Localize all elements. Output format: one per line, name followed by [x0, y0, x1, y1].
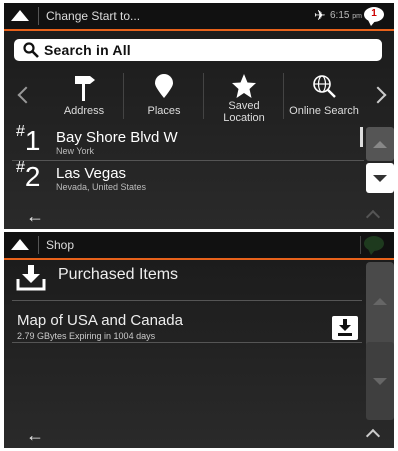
screen-title: Shop: [46, 238, 75, 252]
map-item-row[interactable]: Map of USA and Canada 2.79 GBytes Expiri…: [4, 300, 366, 350]
change-start-screen: Change Start to... ✈ 6:15 pm 1 Search in…: [4, 3, 394, 229]
category-address[interactable]: Address: [44, 69, 124, 123]
divider: [38, 7, 39, 25]
result-row[interactable]: #2 Las Vegas Nevada, United States: [4, 158, 364, 197]
category-label: Address: [63, 105, 105, 117]
category-label: Online Search: [289, 105, 359, 117]
divider: [38, 236, 39, 254]
search-icon: [23, 42, 39, 58]
result-rank: #1: [16, 122, 41, 156]
purchased-items-row[interactable]: Purchased Items: [4, 260, 366, 301]
category-row: Address Places Saved Location Online Sea…: [4, 69, 394, 124]
top-bar: Shop: [4, 232, 394, 260]
search-label: Search in All: [44, 42, 131, 58]
map-item-details: 2.79 GBytes Expiring in 1004 days: [17, 331, 156, 341]
download-tray-icon: [16, 265, 46, 291]
scroll-left-icon[interactable]: [17, 86, 35, 104]
result-name: Bay Shore Blvd W: [56, 129, 178, 146]
clock: 6:15 pm: [330, 10, 362, 21]
collapse-up-icon[interactable]: [11, 10, 29, 21]
scroll-down-button[interactable]: [366, 163, 394, 193]
signpost-icon: [75, 76, 95, 101]
collapse-up-icon[interactable]: [11, 239, 29, 250]
category-label: Saved Location: [223, 100, 265, 124]
back-arrow-icon[interactable]: ←: [26, 206, 44, 227]
back-arrow-icon[interactable]: ←: [26, 425, 44, 446]
download-icon: [338, 319, 352, 336]
divider: [360, 236, 361, 254]
star-icon: [232, 74, 256, 98]
category-saved-location[interactable]: Saved Location: [204, 69, 284, 124]
category-label: Places: [147, 105, 181, 117]
satellite-icon: ✈: [314, 7, 326, 23]
result-subtitle: Nevada, United States: [56, 182, 147, 192]
search-button[interactable]: Search in All: [14, 39, 382, 61]
result-subtitle: New York: [56, 146, 95, 156]
category-places[interactable]: Places: [124, 69, 204, 123]
scroll-indicator: [360, 127, 363, 147]
top-bar: Change Start to... ✈ 6:15 pm 1: [4, 3, 394, 31]
triangle-up-icon: [373, 298, 387, 305]
clock-time: 6:15: [330, 10, 350, 21]
result-rank: #2: [16, 158, 41, 192]
notification-count: 1: [371, 8, 377, 19]
place-pin-icon: [155, 74, 173, 98]
category-online-search[interactable]: Online Search: [284, 69, 364, 123]
bottom-bar: ←: [4, 203, 394, 229]
scroll-down-button[interactable]: [366, 342, 394, 420]
bottom-bar: ←: [4, 422, 394, 448]
clock-suffix: pm: [352, 13, 362, 20]
shop-screen: Shop Purchased Items Map of USA and Cana…: [4, 232, 394, 448]
globe-search-icon: [313, 75, 336, 98]
chevron-up-icon[interactable]: [365, 209, 381, 225]
download-button[interactable]: [332, 316, 358, 340]
notification-bubble-icon[interactable]: 1: [364, 7, 384, 26]
scroll-up-button[interactable]: [366, 127, 394, 161]
scroll-right-icon[interactable]: [369, 86, 387, 104]
triangle-up-icon: [373, 141, 387, 148]
triangle-down-icon: [373, 175, 387, 182]
screen-title: Change Start to...: [46, 9, 141, 23]
purchased-items-label: Purchased Items: [58, 266, 179, 283]
chevron-up-icon[interactable]: [365, 428, 381, 444]
divider: [12, 342, 362, 343]
result-row[interactable]: #1 Bay Shore Blvd W New York: [4, 122, 364, 161]
triangle-down-icon: [373, 378, 387, 385]
map-item-name: Map of USA and Canada: [17, 312, 183, 329]
notification-bubble-icon[interactable]: [364, 236, 384, 255]
result-name: Las Vegas: [56, 165, 127, 182]
